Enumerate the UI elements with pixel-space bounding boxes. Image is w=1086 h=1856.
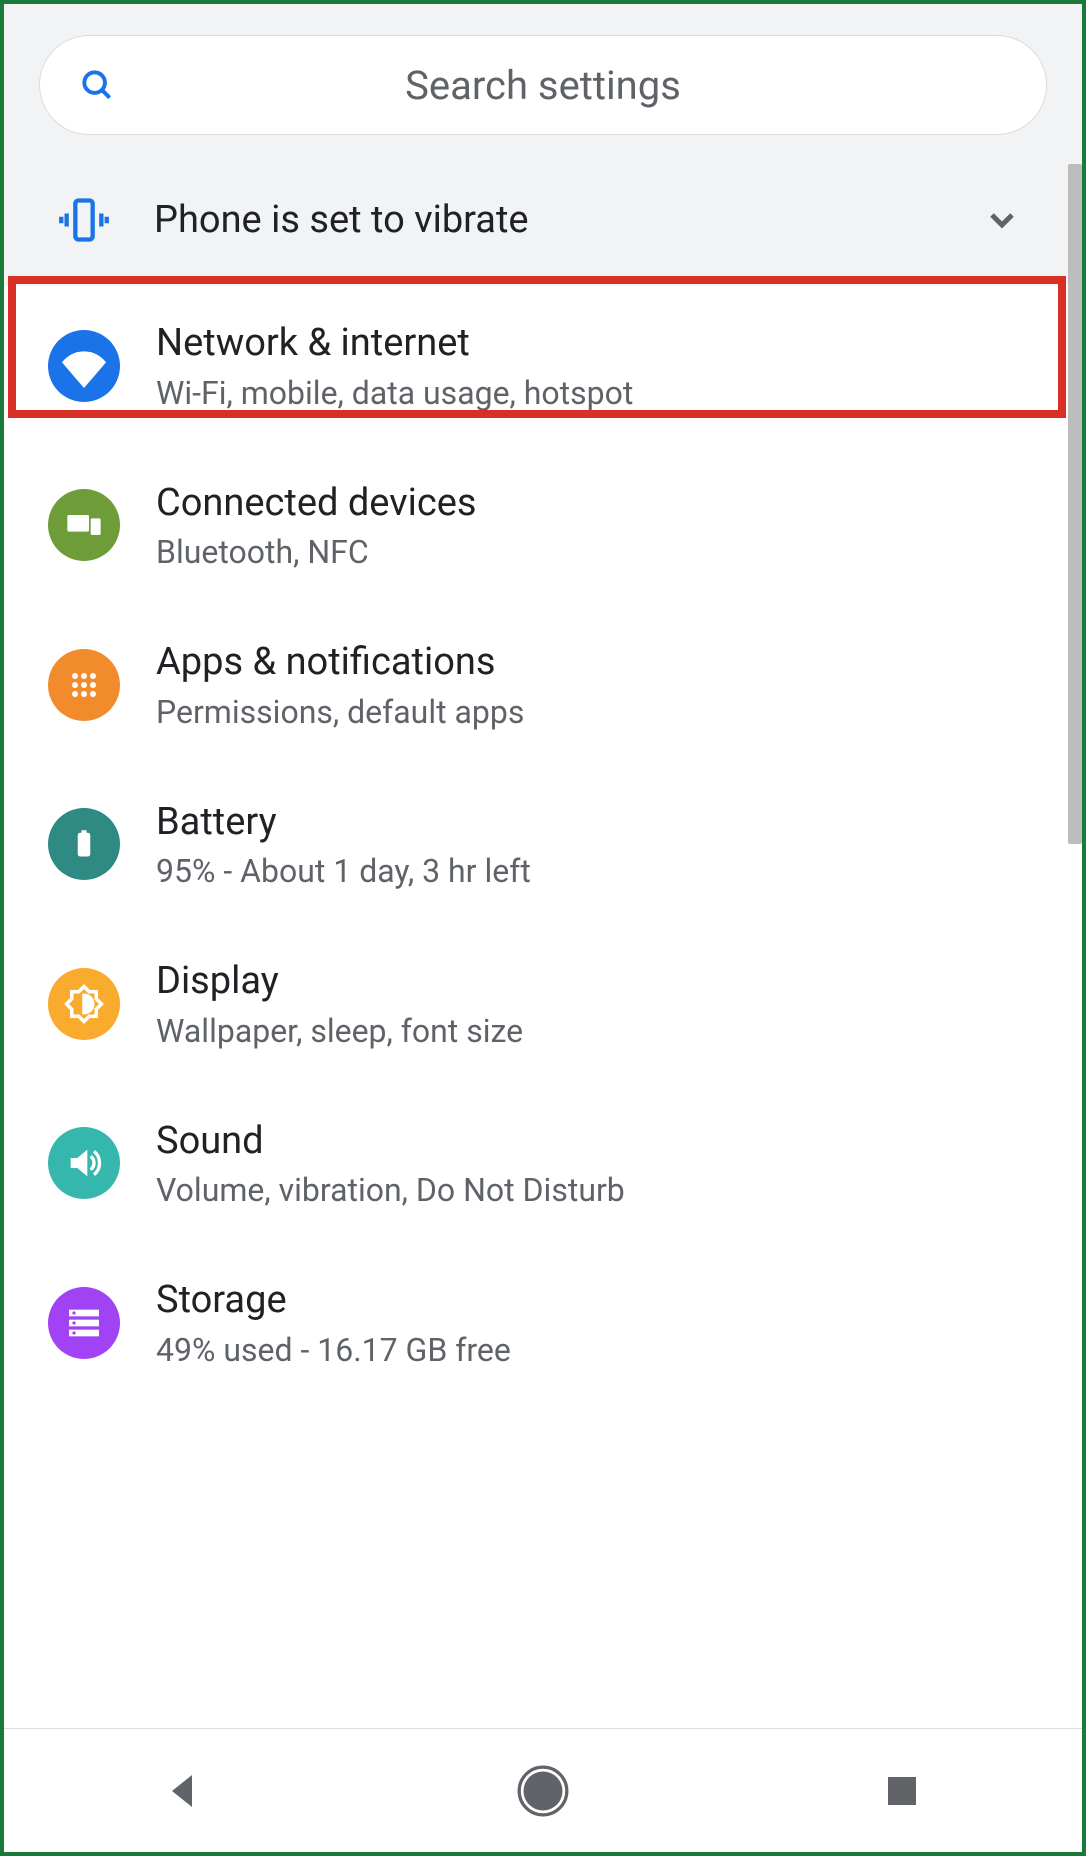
brightness-icon bbox=[48, 968, 120, 1040]
nav-home-button[interactable] bbox=[443, 1765, 643, 1817]
vibrate-banner[interactable]: Phone is set to vibrate bbox=[40, 154, 1046, 286]
settings-item-texts: Storage 49% used - 16.17 GB free bbox=[120, 1277, 511, 1369]
header-area: Search settings Phone is set to vibrate bbox=[4, 4, 1082, 286]
settings-item-title: Battery bbox=[156, 799, 531, 847]
settings-item-texts: Display Wallpaper, sleep, font size bbox=[120, 958, 523, 1050]
settings-item-network[interactable]: Network & internet Wi-Fi, mobile, data u… bbox=[4, 286, 1082, 446]
wifi-icon bbox=[48, 330, 120, 402]
vibrate-banner-text: Phone is set to vibrate bbox=[120, 198, 972, 242]
settings-item-title: Network & internet bbox=[156, 320, 633, 368]
search-bar[interactable]: Search settings bbox=[40, 36, 1046, 134]
nav-recents-button[interactable] bbox=[802, 1770, 1002, 1812]
settings-item-texts: Network & internet Wi-Fi, mobile, data u… bbox=[120, 320, 633, 412]
settings-item-subtitle: Volume, vibration, Do Not Disturb bbox=[156, 1171, 625, 1209]
search-placeholder: Search settings bbox=[78, 62, 1008, 109]
settings-item-subtitle: Permissions, default apps bbox=[156, 693, 524, 731]
vibrate-icon bbox=[48, 194, 120, 246]
settings-item-storage[interactable]: Storage 49% used - 16.17 GB free bbox=[4, 1243, 1082, 1403]
chevron-down-icon bbox=[972, 200, 1032, 240]
settings-item-texts: Connected devices Bluetooth, NFC bbox=[120, 480, 477, 572]
scrollbar[interactable] bbox=[1068, 164, 1082, 844]
settings-screen: Search settings Phone is set to vibrate bbox=[0, 0, 1086, 1856]
devices-icon bbox=[48, 489, 120, 561]
android-navbar bbox=[4, 1728, 1082, 1852]
settings-item-display[interactable]: Display Wallpaper, sleep, font size bbox=[4, 924, 1082, 1084]
settings-item-subtitle: 49% used - 16.17 GB free bbox=[156, 1331, 511, 1369]
settings-item-subtitle: 95% - About 1 day, 3 hr left bbox=[156, 852, 531, 890]
settings-item-texts: Sound Volume, vibration, Do Not Disturb bbox=[120, 1118, 625, 1210]
settings-item-title: Storage bbox=[156, 1277, 511, 1325]
settings-item-subtitle: Wi-Fi, mobile, data usage, hotspot bbox=[156, 374, 633, 412]
settings-item-texts: Battery 95% - About 1 day, 3 hr left bbox=[120, 799, 531, 891]
settings-item-title: Display bbox=[156, 958, 523, 1006]
apps-icon bbox=[48, 649, 120, 721]
storage-icon bbox=[48, 1287, 120, 1359]
sound-icon bbox=[48, 1127, 120, 1199]
settings-item-title: Connected devices bbox=[156, 480, 477, 528]
settings-item-title: Apps & notifications bbox=[156, 639, 524, 687]
settings-item-connected-devices[interactable]: Connected devices Bluetooth, NFC bbox=[4, 446, 1082, 606]
nav-back-button[interactable] bbox=[84, 1767, 284, 1815]
settings-item-apps[interactable]: Apps & notifications Permissions, defaul… bbox=[4, 605, 1082, 765]
settings-item-title: Sound bbox=[156, 1118, 625, 1166]
settings-list: Network & internet Wi-Fi, mobile, data u… bbox=[4, 286, 1082, 1728]
settings-item-subtitle: Wallpaper, sleep, font size bbox=[156, 1012, 523, 1050]
settings-item-subtitle: Bluetooth, NFC bbox=[156, 533, 477, 571]
settings-item-sound[interactable]: Sound Volume, vibration, Do Not Disturb bbox=[4, 1084, 1082, 1244]
battery-icon bbox=[48, 808, 120, 880]
settings-item-texts: Apps & notifications Permissions, defaul… bbox=[120, 639, 524, 731]
settings-item-battery[interactable]: Battery 95% - About 1 day, 3 hr left bbox=[4, 765, 1082, 925]
